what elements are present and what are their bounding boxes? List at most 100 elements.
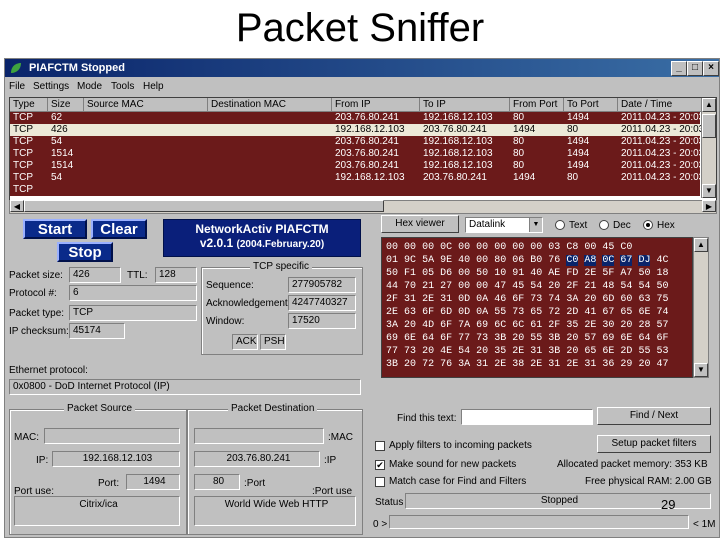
sound-checkbox[interactable]: ✔ (375, 460, 385, 470)
table-row[interactable]: TCP 1514 203.76.80.241 192.168.12.103 80 1494… (10, 160, 707, 172)
hex-byte: 2E (422, 294, 435, 305)
table-cell: TCP (13, 136, 33, 147)
clear-button[interactable]: Clear (91, 219, 147, 239)
maximize-button[interactable]: □ (687, 61, 703, 76)
table-row[interactable]: TCP 426 192.168.12.103 203.76.80.241 1494 80 2… (10, 124, 707, 136)
hex-byte: 65 (584, 346, 597, 357)
hex-byte: 64 (638, 333, 651, 344)
hex-byte: 72 (548, 307, 561, 318)
packet-destination-title: Packet Destination (228, 403, 318, 414)
radio-text[interactable] (555, 220, 565, 230)
hex-byte: 50 (656, 281, 669, 292)
hex-dump-panel[interactable]: 00 00 00 0C 00 00 00 00 00 03 C8 00 45 C… (381, 237, 693, 378)
table-row[interactable]: TCP 62 203.76.80.241 192.168.12.103 80 1494 20… (10, 112, 707, 124)
column-header-source-mac[interactable]: Source MAC (84, 98, 208, 112)
sound-label: Make sound for new packets (389, 459, 517, 470)
column-header-from-ip[interactable]: From IP (332, 98, 420, 112)
start-button[interactable]: Start (23, 219, 87, 239)
table-cell: 192.168.12.103 (423, 160, 493, 171)
source-ip-label: IP: (36, 455, 49, 466)
range-min-label: 0 > (373, 519, 388, 530)
layer-select[interactable]: Datalink ▼ (465, 217, 543, 233)
hex-byte: 2E (584, 268, 597, 279)
packet-list-scrollbar[interactable]: ▲ ▼ (701, 98, 716, 198)
hex-byte: 54 (530, 281, 543, 292)
hex-byte: 61 (530, 320, 543, 331)
hex-byte: 50 (476, 268, 489, 279)
packet-size-field: 426 (69, 267, 121, 283)
hex-row: 77 73 20 4E 54 20 35 2E 31 3B 20 65 6E 2… (386, 346, 668, 357)
radio-dec[interactable] (599, 220, 609, 230)
column-header-to-port[interactable]: To Port (564, 98, 618, 112)
table-row[interactable]: TCP (10, 184, 700, 196)
column-header-destination-mac[interactable]: Destination MAC (208, 98, 332, 112)
packet-source-title: Packet Source (64, 403, 136, 414)
menu-settings[interactable]: Settings (33, 81, 69, 92)
hex-byte: 6E (620, 333, 633, 344)
column-header-to-ip[interactable]: To IP (420, 98, 510, 112)
column-header-type[interactable]: Type (10, 98, 48, 112)
hex-byte: 74 (548, 294, 561, 305)
table-row[interactable]: TCP 1514 203.76.80.241 192.168.12.103 80 1494… (10, 148, 707, 160)
hex-byte: C0 (620, 242, 633, 253)
setup-filters-button[interactable]: Setup packet filters (597, 435, 711, 453)
chevron-down-icon[interactable]: ▼ (529, 218, 542, 232)
hex-scroll-up-icon[interactable]: ▲ (694, 238, 708, 252)
destination-mac-field (194, 428, 324, 444)
hex-byte: 3B (494, 333, 507, 344)
table-cell: TCP (13, 184, 33, 195)
hex-byte: 0D (458, 294, 471, 305)
match-case-checkbox[interactable] (375, 477, 385, 487)
hex-byte: 73 (404, 346, 417, 357)
menu-mode[interactable]: Mode (77, 81, 102, 92)
find-text-label: Find this text: (397, 413, 457, 424)
hex-byte: 40 (530, 268, 543, 279)
menu-tools[interactable]: Tools (111, 81, 134, 92)
hscroll-thumb[interactable] (24, 200, 384, 212)
hex-byte: 00 (458, 268, 471, 279)
apply-filters-checkbox[interactable] (375, 441, 385, 451)
column-header-from-port[interactable]: From Port (510, 98, 564, 112)
hex-byte: 54 (458, 346, 471, 357)
scroll-right-icon[interactable]: ▶ (702, 200, 716, 212)
tcp-specific-title: TCP specific (250, 261, 312, 272)
packet-size-label: Packet size: (9, 270, 63, 281)
minimize-button[interactable]: _ (671, 61, 687, 76)
table-row[interactable]: TCP 54 192.168.12.103 203.76.80.241 1494 80 20… (10, 172, 707, 184)
hex-byte: 6F (440, 333, 453, 344)
packet-list[interactable]: Type Size Source MAC Destination MAC Fro… (9, 97, 717, 201)
table-cell: 1514 (51, 160, 74, 171)
hex-byte: 91 (512, 268, 525, 279)
hex-viewer-button[interactable]: Hex viewer (381, 215, 459, 233)
hex-scrollbar[interactable]: ▲ ▼ (693, 237, 709, 378)
hex-byte: 4D (422, 320, 435, 331)
hex-byte: 35 (566, 320, 579, 331)
column-header-size[interactable]: Size (48, 98, 84, 112)
find-next-button[interactable]: Find / Next (597, 407, 711, 425)
menu-file[interactable]: File (9, 81, 25, 92)
ethernet-protocol-field: 0x0800 - DoD Internet Protocol (IP) (9, 379, 361, 395)
stop-button[interactable]: Stop (57, 242, 113, 262)
scroll-left-icon[interactable]: ◀ (10, 200, 24, 212)
find-text-input[interactable] (461, 409, 593, 425)
hex-byte: 20 (638, 359, 651, 370)
hex-byte: 63 (404, 307, 417, 318)
destination-port-use-field: World Wide Web HTTP (194, 496, 356, 526)
hex-byte: AE (548, 268, 561, 279)
ack-field: 4247740327 (288, 295, 356, 311)
hex-byte: 29 (620, 359, 633, 370)
scroll-thumb[interactable] (702, 114, 716, 138)
column-header-date-time[interactable]: Date / Time (618, 98, 702, 112)
menu-help[interactable]: Help (143, 81, 164, 92)
hex-scroll-down-icon[interactable]: ▼ (694, 363, 708, 377)
radio-hex[interactable] (643, 220, 653, 230)
scroll-down-icon[interactable]: ▼ (702, 184, 716, 198)
scroll-up-icon[interactable]: ▲ (702, 98, 716, 112)
table-cell: 2011.04.23 - 20:03: (621, 172, 707, 183)
packet-list-hscrollbar[interactable]: ◀ ▶ (9, 200, 717, 214)
hex-byte: 21 (422, 281, 435, 292)
table-row[interactable]: TCP 54 203.76.80.241 192.168.12.103 80 1494 20… (10, 136, 707, 148)
free-ram-value: 2.00 GB (675, 476, 712, 487)
hex-byte: 00 (476, 255, 489, 266)
close-button[interactable]: × (703, 61, 719, 76)
